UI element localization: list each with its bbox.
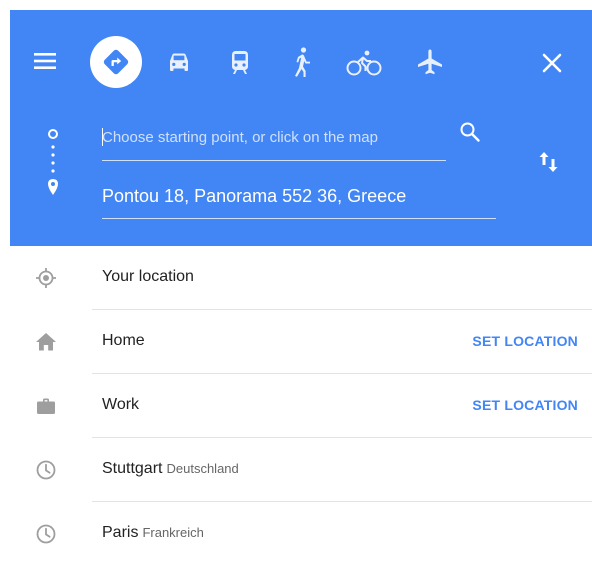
home-icon (34, 330, 58, 354)
suggestion-label: Paris Frankreich (102, 524, 204, 541)
destination-value: Pontou 18, Panorama 552 36, Greece (102, 186, 407, 206)
car-icon[interactable] (162, 46, 196, 80)
suggestion-label: Home (102, 332, 145, 349)
suggestion-label: Your location (102, 268, 194, 285)
travel-mode-bar (10, 10, 592, 88)
bike-icon[interactable] (344, 46, 384, 80)
directions-icon (101, 47, 131, 77)
destination-field[interactable]: Pontou 18, Panorama 552 36, Greece (102, 178, 496, 219)
flight-icon[interactable] (412, 44, 448, 80)
set-work-location-button[interactable]: SET LOCATION (472, 397, 578, 413)
suggestion-list: Your location Home SET LOCATION Work SET… (10, 246, 592, 566)
route-trail-icon (46, 128, 60, 218)
best-route-mode-button[interactable] (90, 36, 142, 88)
history-icon (34, 458, 58, 482)
starting-point-input[interactable] (102, 120, 442, 154)
text-cursor (102, 128, 103, 146)
my-location-icon (34, 266, 58, 290)
directions-header: Pontou 18, Panorama 552 36, Greece (10, 10, 592, 246)
set-home-location-button[interactable]: SET LOCATION (472, 333, 578, 349)
menu-icon[interactable] (30, 46, 60, 76)
swap-icon[interactable] (533, 146, 565, 178)
transit-icon[interactable] (223, 46, 257, 80)
close-icon[interactable] (535, 46, 569, 80)
walk-icon[interactable] (285, 43, 319, 81)
history-icon (34, 522, 58, 546)
work-icon (34, 394, 58, 418)
suggestion-home[interactable]: Home SET LOCATION (10, 310, 592, 374)
directions-panel: Pontou 18, Panorama 552 36, Greece Your … (0, 0, 592, 565)
search-icon[interactable] (454, 116, 486, 148)
starting-point-field[interactable] (102, 120, 446, 161)
suggestion-your-location[interactable]: Your location (10, 246, 592, 310)
suggestion-sublabel: Deutschland (166, 461, 239, 476)
suggestion-sublabel: Frankreich (142, 525, 204, 540)
suggestion-work[interactable]: Work SET LOCATION (10, 374, 592, 438)
suggestion-label: Work (102, 396, 140, 413)
suggestion-recent-stuttgart[interactable]: Stuttgart Deutschland (10, 438, 592, 502)
suggestion-recent-paris[interactable]: Paris Frankreich (10, 502, 592, 566)
suggestion-label: Stuttgart Deutschland (102, 460, 239, 477)
